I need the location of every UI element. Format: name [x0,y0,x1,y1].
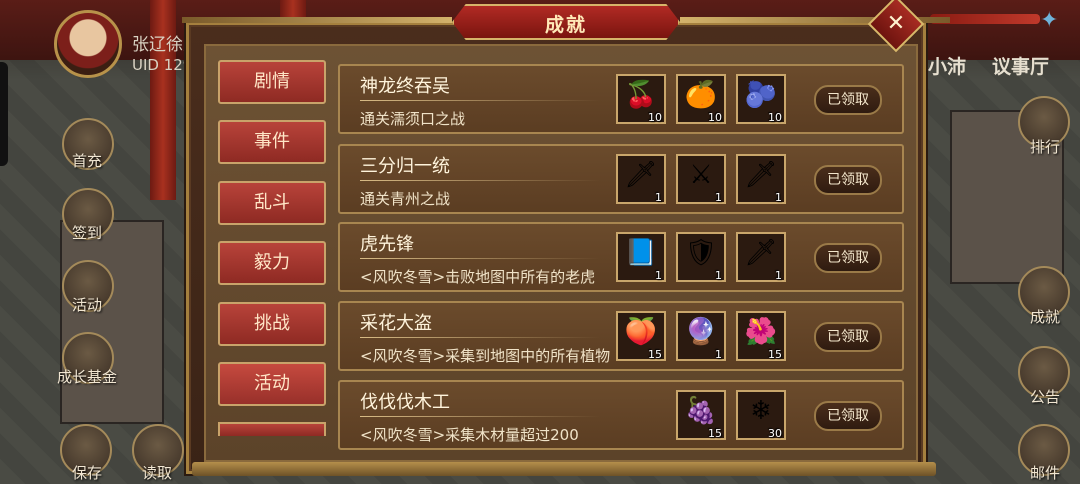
bird-icon[interactable]: ✦ [1040,8,1058,33]
reward-slot[interactable]: 🛡 1 [676,232,726,282]
reward-slot[interactable]: 🍊 10 [676,74,726,124]
divider [360,416,600,417]
avatar[interactable] [54,10,122,78]
tab-partial[interactable] [218,422,326,436]
tab-activity[interactable]: 活动 [218,362,326,406]
blue-orb-icon: 🔮 [684,317,718,347]
reward-slot[interactable]: 📘 1 [616,232,666,282]
notice-label: 公告 [1029,388,1060,406]
mail-label: 邮件 [1029,464,1060,482]
reward-slot[interactable]: ❄ 30 [736,390,786,440]
blue-berries-icon: 🫐 [744,80,778,110]
achievement-row: 采花大盗 <风吹冬雪>采集到地图中的所有植物 🍑 15 🔮 1 🌺 15 已领取 [338,301,904,371]
reward-count: 1 [655,191,662,204]
orange-berries-icon: 🍊 [684,80,718,110]
growth-fund-label: 成长基金 [56,368,117,386]
reward-count: 1 [775,191,782,204]
achievement-title: 神龙终吞吴 [360,76,450,97]
divider [360,180,600,181]
jade-sword-icon: 🗡 [744,238,778,268]
achievement-label: 成就 [1029,308,1060,326]
peach-icon: 🍑 [624,317,658,347]
reward-slot[interactable]: 🫐 10 [736,74,786,124]
activity-label: 活动 [71,296,102,314]
red-berries-icon: 🍒 [624,80,658,110]
panel-title: 成就 [544,14,587,36]
claimed-button[interactable]: 已领取 [814,243,882,273]
book-icon: 📘 [624,238,658,268]
divider [360,258,600,259]
reward-count: 10 [648,111,662,124]
ice-crystal-icon: ❄ [750,396,772,426]
reward-count: 1 [715,191,722,204]
achievement-description: <风吹冬雪>采集到地图中的所有植物 [360,347,611,365]
phone-notch [0,62,8,166]
reward-count: 15 [708,427,722,440]
claimed-button[interactable]: 已领取 [814,165,882,195]
spear-icon: 🗡 [624,160,658,190]
reward-slot[interactable]: 🗡 1 [736,232,786,282]
achievement-title: 采花大盗 [360,313,432,334]
reward-count: 10 [708,111,722,124]
reward-count: 1 [715,269,722,282]
achievement-row: 三分归一统 通关青州之战 🗡 1 ⚔ 1 🗡 1 已领取 [338,144,904,214]
flame-blade-icon: ⚔ [689,160,713,190]
first-recharge-label: 首充 [71,152,102,170]
reward-slot[interactable]: 🗡 1 [616,154,666,204]
reward-count: 15 [648,348,662,361]
panel-bottom-trim [192,462,936,476]
claimed-button[interactable]: 已领取 [814,85,882,115]
tab-challenge[interactable]: 挑战 [218,302,326,346]
hall-label[interactable]: 议事厅 [992,52,1049,79]
claimed-button[interactable]: 已领取 [814,322,882,352]
tab-story[interactable]: 剧情 [218,60,326,104]
achievement-title: 三分归一统 [360,156,450,177]
armor-icon: 🛡 [684,238,718,268]
red-flower-icon: 🌺 [744,317,778,347]
reward-slot[interactable]: 🍇 15 [676,390,726,440]
building [60,220,164,424]
achievement-title: 伐伐伐木工 [360,392,450,413]
achievement-description: <风吹冬雪>击败地图中所有的老虎 [360,268,596,286]
reward-slot[interactable]: 🍒 10 [616,74,666,124]
reward-count: 1 [775,269,782,282]
title-decoration-left [182,17,452,23]
sign-in-label: 签到 [71,224,102,242]
achievement-row: 神龙终吞吴 通关濡须口之战 🍒 10 🍊 10 🫐 10 已领取 [338,64,904,134]
claimed-button[interactable]: 已领取 [814,401,882,431]
tab-brawl[interactable]: 乱斗 [218,181,326,225]
sword-icon: 🗡 [744,160,778,190]
reward-slot[interactable]: ⚔ 1 [676,154,726,204]
reward-count: 30 [768,427,782,440]
location-label[interactable]: 小沛 [928,52,966,79]
achievement-title: 虎先锋 [360,234,414,255]
reward-slot[interactable]: 🍑 15 [616,311,666,361]
load-label: 读取 [141,464,172,482]
achievement-description: 通关濡须口之战 [360,110,466,128]
close-icon[interactable]: ✕ [876,4,916,44]
save-label: 保存 [71,464,102,482]
achievement-row: 虎先锋 <风吹冬雪>击败地图中所有的老虎 📘 1 🛡 1 🗡 1 已领取 [338,222,904,292]
reward-slot[interactable]: 🗡 1 [736,154,786,204]
tab-perseverance[interactable]: 毅力 [218,241,326,285]
divider [360,337,600,338]
divider [360,100,600,101]
achievement-description: 通关青州之战 [360,190,451,208]
reward-count: 10 [768,111,782,124]
achievement-row: 伐伐伐木工 <风吹冬雪>采集木材量超过200 🍇 15 ❄ 30 已领取 [338,380,904,450]
reward-slot[interactable]: 🌺 15 [736,311,786,361]
blue-fruit-icon: 🍇 [684,396,718,426]
achievement-description: <风吹冬雪>采集木材量超过200 [360,426,579,444]
reward-count: 1 [715,348,722,361]
tab-event[interactable]: 事件 [218,120,326,164]
reward-count: 1 [655,269,662,282]
rank-label: 排行 [1029,138,1060,156]
reward-slot[interactable]: 🔮 1 [676,311,726,361]
reward-count: 15 [768,348,782,361]
